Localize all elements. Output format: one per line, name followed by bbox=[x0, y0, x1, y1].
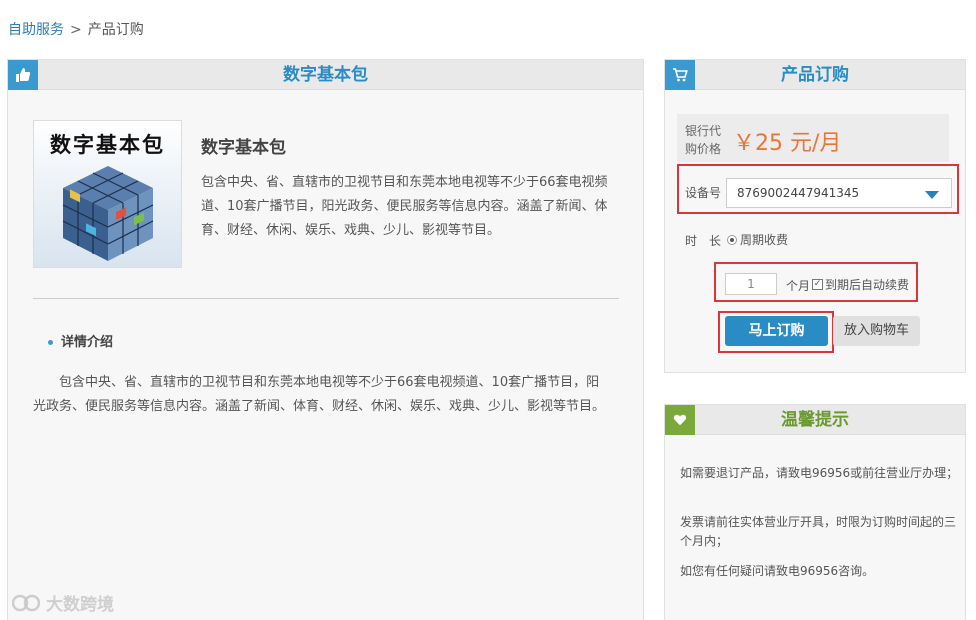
product-image: 数字基本包 bbox=[33, 120, 182, 268]
bullet-icon bbox=[48, 340, 53, 345]
thumbs-up-icon bbox=[8, 60, 38, 90]
price-label: 银行代购价格 bbox=[685, 124, 722, 156]
auto-renew-label: 到期后自动续费 bbox=[825, 278, 910, 292]
product-name: 数字基本包 bbox=[201, 138, 286, 158]
detail-title-text: 详情介绍 bbox=[61, 335, 114, 350]
cart-icon bbox=[665, 60, 695, 90]
tip-item: 如需要退订产品，请致电96956或前往营业厅办理； bbox=[680, 466, 959, 480]
auto-renew-checkbox[interactable]: ✓ bbox=[812, 279, 823, 290]
heart-icon bbox=[665, 405, 695, 435]
price-value: ￥25 元/月 bbox=[733, 131, 842, 156]
add-to-cart-button[interactable]: 放入购物车 bbox=[833, 316, 920, 346]
tips-panel-header: 温馨提示 bbox=[665, 405, 965, 435]
caret-down-icon bbox=[925, 191, 939, 199]
watermark-text: 大数跨境 bbox=[46, 595, 114, 615]
tip-item: 如您有任何疑问请致电96956咨询。 bbox=[680, 564, 875, 578]
breadcrumb-separator: > bbox=[70, 22, 82, 38]
device-value: 8769002447941345 bbox=[737, 186, 860, 200]
duration-option[interactable]: 周期收费 bbox=[727, 231, 788, 248]
months-unit: 个月 bbox=[786, 279, 811, 293]
tips-panel-title: 温馨提示 bbox=[781, 410, 849, 430]
device-select[interactable]: 8769002447941345 bbox=[726, 178, 952, 208]
breadcrumb: 自助服务 > 产品订购 bbox=[8, 19, 144, 39]
tip-item: 发票请前往实体营业厅开具，时限为订购时间起的三个月内； bbox=[680, 515, 957, 548]
breadcrumb-current: 产品订购 bbox=[87, 22, 144, 38]
duration-option-label: 周期收费 bbox=[740, 233, 789, 247]
order-panel-title: 产品订购 bbox=[781, 65, 849, 85]
radio-button[interactable] bbox=[727, 234, 737, 245]
months-input[interactable]: 1 bbox=[725, 273, 777, 295]
product-description: 包含中央、省、直辖市的卫视节目和东莞本地电视等不少于66套电视频道、10套广播节… bbox=[201, 175, 608, 238]
order-panel: 产品订购 银行代购价格 ￥25 元/月 设备号 8769002447941345… bbox=[664, 59, 966, 373]
product-panel-header: 数字基本包 bbox=[8, 60, 643, 90]
detail-text: 包含中央、省、直辖市的卫视节目和东莞本地电视等不少于66套电视频道、10套广播节… bbox=[33, 375, 606, 414]
tips-panel: 温馨提示 如需要退订产品，请致电96956或前往营业厅办理； 发票请前往实体营业… bbox=[664, 404, 966, 620]
watermark-logo-icon bbox=[12, 594, 40, 611]
duration-label: 时 长 bbox=[685, 234, 722, 248]
product-panel: 数字基本包 数字基本包 数字基本包 包含中央、省、直辖市的卫视节目和东莞本地电视… bbox=[7, 59, 644, 620]
divider bbox=[33, 298, 619, 299]
device-label: 设备号 bbox=[685, 186, 722, 200]
breadcrumb-home-link[interactable]: 自助服务 bbox=[8, 22, 64, 38]
watermark: 大数跨境 bbox=[12, 590, 114, 615]
product-panel-title: 数字基本包 bbox=[283, 65, 368, 85]
order-panel-header: 产品订购 bbox=[665, 60, 965, 90]
buy-now-button[interactable]: 马上订购 bbox=[725, 316, 828, 346]
auto-renew-option[interactable]: ✓ 到期后自动续费 bbox=[812, 276, 909, 293]
price-box: 银行代购价格 ￥25 元/月 bbox=[677, 114, 949, 162]
detail-section-title: 详情介绍 bbox=[48, 331, 113, 350]
